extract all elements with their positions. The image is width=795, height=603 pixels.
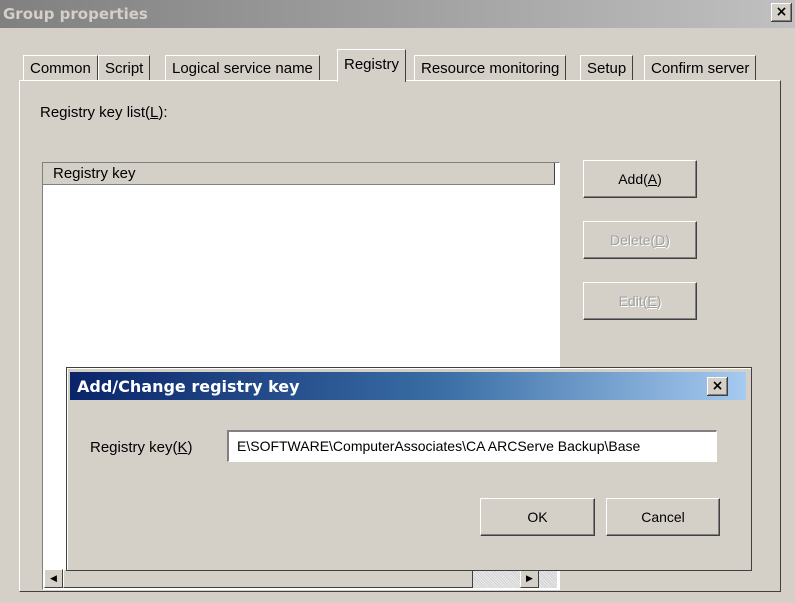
tab-registry[interactable]: Registry <box>337 49 407 82</box>
add-change-registry-key-dialog: Add/Change registry key × Registry key(K… <box>66 367 752 571</box>
tab-script[interactable]: Script <box>98 55 151 81</box>
tab-label: Confirm server <box>651 60 750 77</box>
add-button[interactable]: Add(A) <box>583 160 697 198</box>
tab-common[interactable]: Common <box>23 55 98 81</box>
tab-resource-monitoring[interactable]: Resource monitoring <box>414 55 567 81</box>
dialog-titlebar[interactable]: Add/Change registry key <box>70 372 746 400</box>
registry-key-field-label: Registry key(K) <box>90 439 193 456</box>
column-header-registry-key[interactable]: Registry key <box>43 163 555 185</box>
window-titlebar[interactable]: Group properties <box>0 0 795 28</box>
dialog-title: Add/Change registry key <box>77 377 300 396</box>
edit-button[interactable]: Edit(E) <box>583 282 697 320</box>
ok-button[interactable]: OK <box>480 498 595 536</box>
delete-button[interactable]: Delete(D) <box>583 221 697 259</box>
scroll-thumb[interactable] <box>63 569 473 588</box>
window-title: Group properties <box>3 5 148 23</box>
tab-logical-service-name[interactable]: Logical service name <box>165 55 320 81</box>
cancel-button[interactable]: Cancel <box>606 498 720 536</box>
registry-key-list-label: Registry key list(L): <box>40 104 168 121</box>
tab-label: Setup <box>587 60 627 77</box>
tab-label: Script <box>105 60 144 77</box>
tab-confirm-server[interactable]: Confirm server <box>644 55 757 81</box>
scroll-left-icon[interactable]: ◀ <box>44 569 63 588</box>
tab-setup[interactable]: Setup <box>580 55 634 81</box>
list-horizontal-scrollbar[interactable]: ◀ ▶ <box>44 569 557 588</box>
group-properties-window: Group properties × Common Script Logical… <box>0 0 795 603</box>
tab-label: Resource monitoring <box>421 60 560 77</box>
scroll-right-icon[interactable]: ▶ <box>520 569 539 588</box>
tab-label: Registry <box>344 56 400 73</box>
registry-key-input[interactable]: E\SOFTWARE\ComputerAssociates\CA ARCServ… <box>227 430 717 462</box>
close-icon[interactable]: × <box>771 3 792 22</box>
dialog-close-icon[interactable]: × <box>707 377 728 396</box>
tab-label: Logical service name <box>172 60 313 77</box>
tab-label: Common <box>30 60 91 77</box>
